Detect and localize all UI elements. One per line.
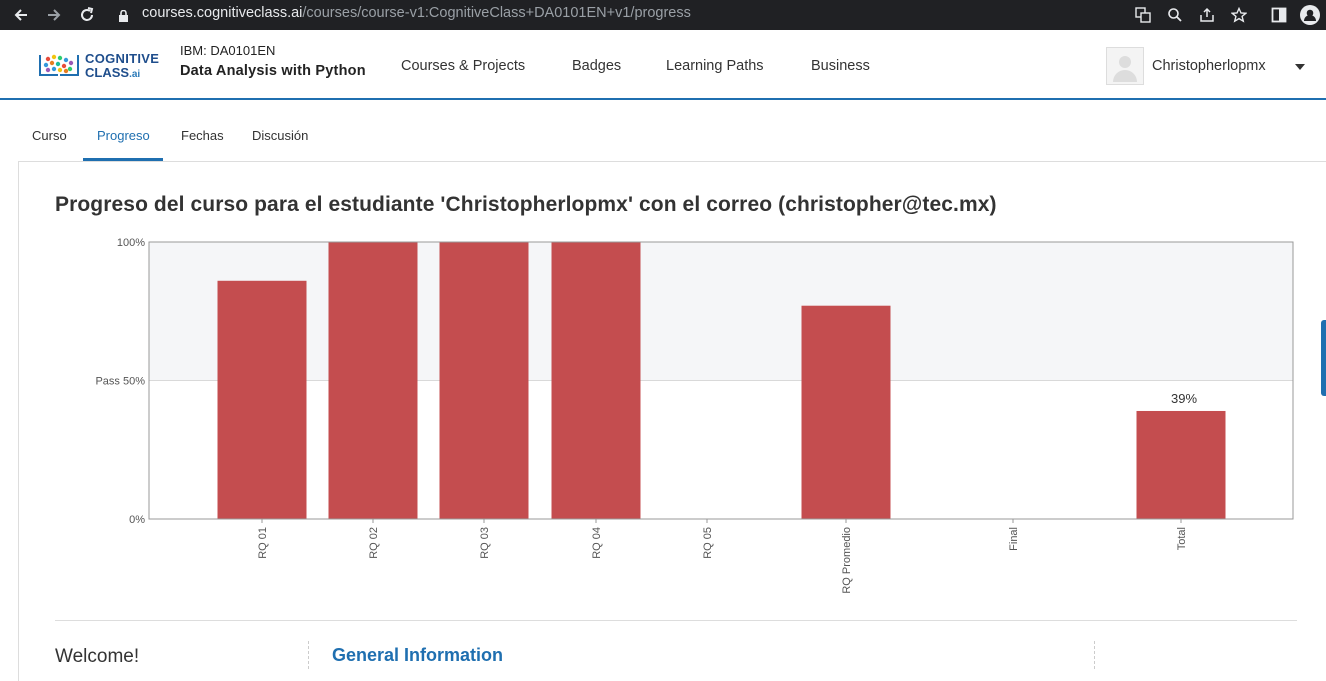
x-tick-label: RQ 01 [257,527,269,559]
bar [1136,410,1226,519]
bar [439,242,529,519]
column-divider [308,641,309,669]
bar [217,280,307,519]
x-tick-label: Final [1008,527,1020,551]
x-tick-label: Total [1176,527,1188,550]
y-tick-label: 100% [117,237,145,249]
feedback-tab[interactable] [1321,320,1326,396]
x-tick-label: RQ Promedio [841,527,853,594]
welcome-heading: Welcome! [55,646,140,667]
bar [328,242,418,519]
bar [551,242,641,519]
data-label: 39% [1171,391,1197,406]
x-tick-label: RQ 04 [591,527,603,559]
x-tick-label: RQ 05 [702,527,714,559]
section-divider [55,620,1297,621]
y-tick-label: Pass 50% [95,376,145,388]
progress-chart: RQ 01 RQ 02 RQ 03 RQ 04 RQ 05 RQ Promedio Fina… [95,237,1294,594]
column-divider [1094,641,1095,669]
x-tick-label: RQ 03 [479,527,491,559]
x-tick-label: RQ 02 [368,527,380,559]
bar [801,305,891,519]
pass-region [149,242,1293,381]
general-information-heading: General Information [332,645,504,665]
y-tick-label: 0% [129,514,145,526]
